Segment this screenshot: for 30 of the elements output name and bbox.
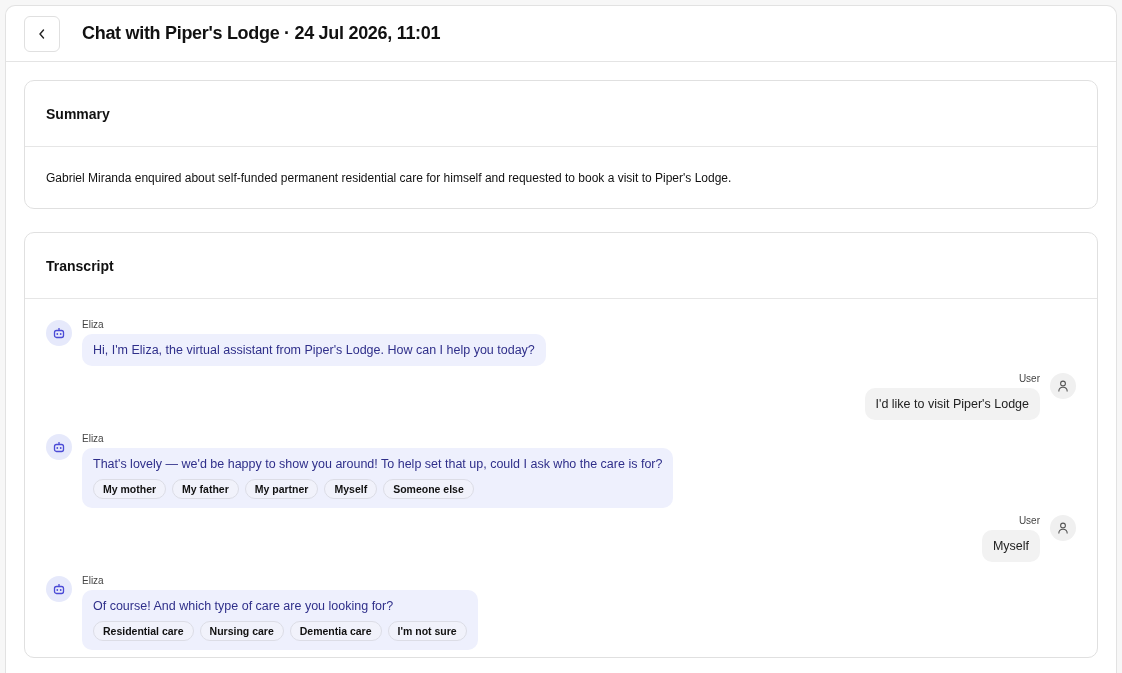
option-chip[interactable]: Myself [324, 479, 378, 499]
option-chip[interactable]: Dementia care [289, 621, 382, 641]
option-chip[interactable]: Nursing care [199, 621, 284, 641]
user-avatar-icon [1050, 515, 1076, 541]
sender-name: Eliza [82, 433, 104, 444]
summary-text: Gabriel Miranda enquired about self-funded permanent residential care for himself and requested to book a visit to Piper's Lodge. [46, 171, 733, 185]
sender-name: User [1018, 515, 1040, 526]
sender-name: Eliza [82, 575, 104, 586]
message-text: Hi, I'm Eliza, the virtual assistant from Piper's Lodge. How can I help you today? [93, 343, 535, 357]
option-chip[interactable]: My mother [93, 479, 167, 499]
message-text: That's lovely — we'd be happy to show you around! To help set that up, could I ask who the care is for? [93, 457, 663, 471]
sender-name: Eliza [82, 319, 104, 330]
bot-avatar-icon [46, 320, 72, 346]
back-button[interactable] [24, 15, 60, 52]
chevron-left-icon [38, 28, 46, 39]
option-chip[interactable]: I'm not sure [387, 621, 467, 641]
page-title: Chat with Piper's Lodge · 24 Jul 2026, 11:01 [82, 23, 441, 44]
user-avatar-icon [1050, 373, 1076, 399]
message-text: Of course! And which type of care are you looking for? [93, 599, 394, 613]
message-text: I'd like to visit Piper's Lodge [864, 388, 1040, 420]
bot-avatar-icon [46, 576, 72, 602]
option-chip[interactable]: My father [172, 479, 239, 499]
card-title: Summary [46, 105, 110, 122]
card-title: Transcript [46, 257, 114, 274]
option-chip[interactable]: Residential care [93, 621, 194, 641]
sender-name: User [1018, 373, 1040, 384]
option-chip[interactable]: Someone else [383, 479, 474, 499]
message-text: Myself [981, 530, 1040, 562]
bot-avatar-icon [46, 434, 72, 460]
option-chip[interactable]: My partner [244, 479, 319, 499]
